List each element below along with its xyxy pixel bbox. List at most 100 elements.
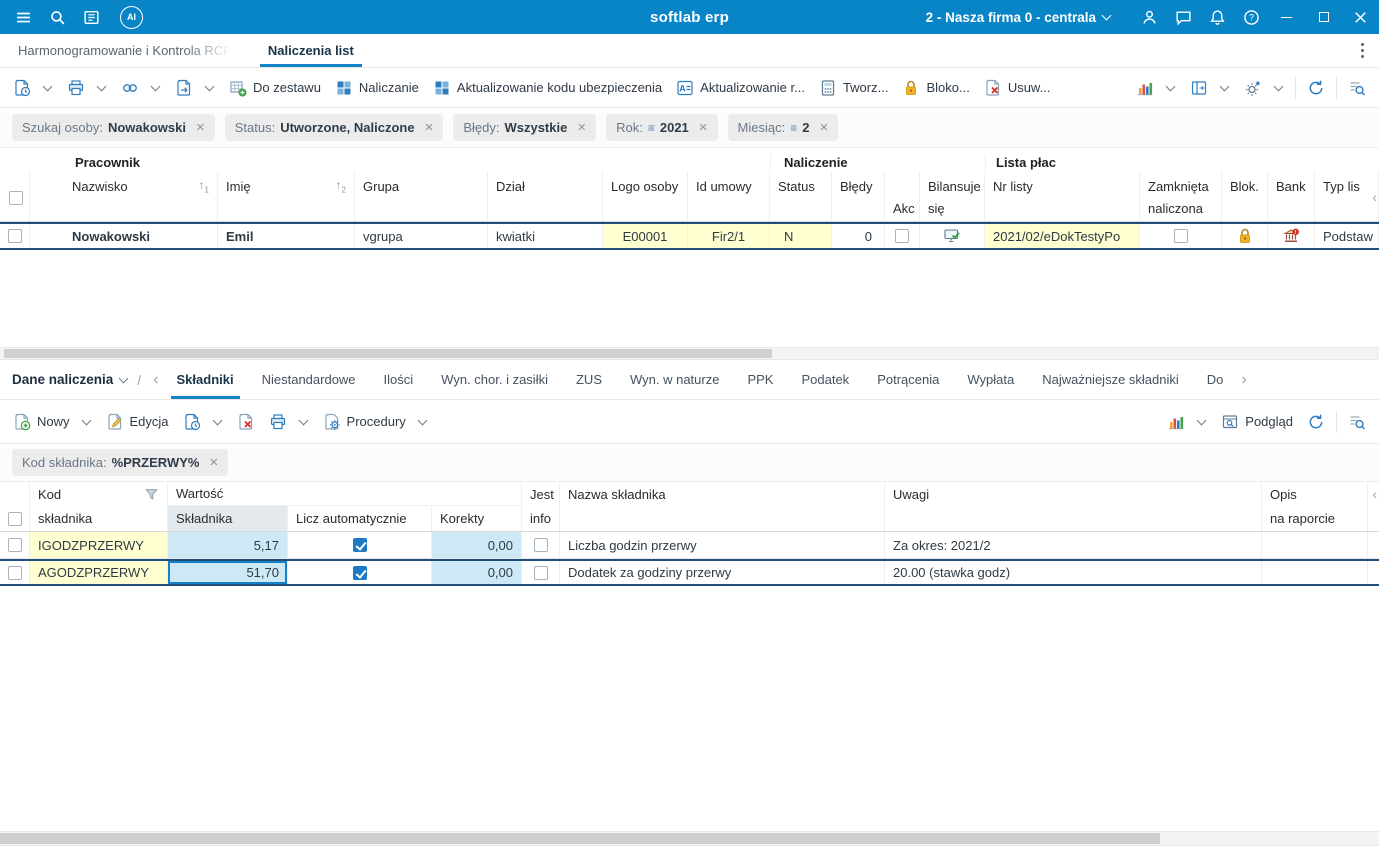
naliczanie-button[interactable]: Naliczanie <box>328 73 426 103</box>
search-rows-button[interactable] <box>1341 407 1373 437</box>
refresh-button[interactable] <box>1300 73 1332 103</box>
skladnik-row-igodzprzerwy[interactable]: IGODZPRZERWY 5,17 0,00 Liczba godzin prz… <box>0 532 1379 559</box>
jest-info-checkbox[interactable] <box>533 565 548 580</box>
column-header-skladnika[interactable]: Składnika <box>168 506 288 531</box>
column-header-jest-line2[interactable]: info <box>522 506 560 531</box>
column-header-bledy[interactable]: Błędy <box>832 172 885 221</box>
filter-chip-bledy[interactable]: Błędy: Wszystkie × <box>453 114 597 141</box>
cell-logo-osoby[interactable]: E00001 <box>603 224 688 248</box>
refresh-button[interactable] <box>1300 407 1332 437</box>
close-icon[interactable]: × <box>209 455 218 470</box>
zamknieta-checkbox[interactable] <box>1173 229 1188 243</box>
cell-nr-listy[interactable]: 2021/02/eDokTestyPo <box>985 224 1140 248</box>
search-rows-button[interactable] <box>1341 73 1373 103</box>
table-row-nowakowski[interactable]: Nowakowski Emil vgrupa kwiatki E00001 Fi… <box>0 222 1379 250</box>
tab-wyn-chor-i-zasilki[interactable]: Wyn. chor. i zasiłki <box>427 360 562 399</box>
tworz-button[interactable]: Tworz... <box>812 73 896 103</box>
delete-button[interactable] <box>230 407 262 437</box>
cell-uwagi[interactable]: Za okres: 2021/2 <box>885 532 1262 558</box>
scrollbar-thumb[interactable] <box>0 833 1160 844</box>
column-header-blok[interactable]: Blok. <box>1222 172 1268 221</box>
cell-dzial[interactable]: kwiatki <box>488 224 603 248</box>
cell-typ-listy[interactable]: Podstaw <box>1315 224 1379 248</box>
filter-icon[interactable] <box>144 487 159 502</box>
tab-ppk[interactable]: PPK <box>733 360 787 399</box>
podglad-button[interactable]: Podgląd <box>1214 407 1300 437</box>
help-icon[interactable] <box>1234 0 1268 34</box>
close-icon[interactable]: × <box>425 120 434 135</box>
akc-checkbox[interactable] <box>895 229 909 243</box>
tab-wyplata[interactable]: Wypłata <box>953 360 1028 399</box>
column-scroll-left-icon[interactable]: ‹ <box>1372 486 1377 502</box>
chart-button[interactable] <box>1129 73 1183 103</box>
search-icon[interactable] <box>40 0 74 34</box>
column-header-grupa[interactable]: Grupa <box>355 172 488 221</box>
column-header-licz-automatycznie[interactable]: Licz automatycznie <box>288 506 432 531</box>
column-header-akc[interactable]: Akc <box>885 172 920 221</box>
column-header-status[interactable]: Status <box>770 172 832 221</box>
filter-chip-rok[interactable]: Rok: ≡ 2021 × <box>606 114 718 141</box>
licz-automatycznie-checkbox[interactable] <box>352 538 367 552</box>
tab-podatek[interactable]: Podatek <box>787 360 863 399</box>
select-all-checkbox[interactable] <box>8 191 23 205</box>
close-icon[interactable]: × <box>699 120 708 135</box>
column-header-kod[interactable]: Kod <box>30 482 168 506</box>
detail-section-selector[interactable]: Dane naliczenia <box>12 360 129 399</box>
close-icon[interactable]: × <box>577 120 586 135</box>
chart-button[interactable] <box>1160 407 1214 437</box>
filter-chip-status[interactable]: Status: Utworzone, Naliczone × <box>224 114 444 141</box>
close-icon[interactable]: × <box>196 120 205 135</box>
links-button[interactable] <box>114 73 168 103</box>
minimize-button[interactable] <box>1268 0 1305 34</box>
cell-nazwa-skladnika[interactable]: Liczba godzin przerwy <box>560 532 885 558</box>
aktualizowanie-kodu-button[interactable]: Aktualizowanie kodu ubezpieczenia <box>426 73 669 103</box>
layout-button[interactable] <box>1183 73 1237 103</box>
column-header-typ-listy[interactable]: Typ lis <box>1315 172 1379 221</box>
aktualizowanie-r-button[interactable]: Aktualizowanie r... <box>669 73 812 103</box>
cell-opis[interactable] <box>1262 561 1368 584</box>
cell-korekty[interactable]: 0,00 <box>432 532 522 558</box>
hamburger-menu-icon[interactable] <box>6 0 40 34</box>
row-checkbox[interactable] <box>7 538 22 552</box>
row-checkbox[interactable] <box>7 229 22 243</box>
close-button[interactable] <box>1342 0 1379 34</box>
column-header-kod-line2[interactable]: składnika <box>30 506 168 531</box>
row-checkbox[interactable] <box>7 565 22 580</box>
select-all-checkbox[interactable] <box>7 511 22 526</box>
column-header-nazwa-skladnika[interactable]: Nazwa składnika <box>560 482 885 506</box>
nowy-button[interactable]: Nowy <box>6 407 99 437</box>
cell-nazwa-skladnika[interactable]: Dodatek za godziny przerwy <box>560 561 885 584</box>
column-header-jest[interactable]: Jest <box>522 482 560 506</box>
edycja-button[interactable]: Edycja <box>99 407 176 437</box>
column-header-opis-line2[interactable]: na raporcie <box>1262 506 1368 531</box>
filter-chip-szukaj-osoby[interactable]: Szukaj osoby: Nowakowski × <box>12 114 215 141</box>
tab-do[interactable]: Do <box>1193 360 1238 399</box>
bloko-button[interactable]: Bloko... <box>895 73 976 103</box>
group-header-wartosc[interactable]: Wartość <box>168 482 522 506</box>
company-selector[interactable]: 2 - Nasza firma 0 - centrala <box>920 0 1118 34</box>
licz-automatycznie-checkbox[interactable] <box>352 565 367 580</box>
print-button[interactable] <box>262 407 316 437</box>
tab-zus[interactable]: ZUS <box>562 360 616 399</box>
column-header-bank[interactable]: Bank <box>1268 172 1315 221</box>
procedury-button[interactable]: Procedury <box>316 407 435 437</box>
tab-potracenia[interactable]: Potrącenia <box>863 360 953 399</box>
tab-scroll-right-icon[interactable]: › <box>1237 360 1250 399</box>
print-button[interactable] <box>60 73 114 103</box>
cell-korekty[interactable]: 0,00 <box>432 561 522 584</box>
document-options-button[interactable] <box>176 407 230 437</box>
window-tab-harmonogramowanie[interactable]: Harmonogramowanie i Kontrola RCP <box>0 34 250 67</box>
horizontal-scrollbar-grid1[interactable] <box>0 347 1379 360</box>
column-header-nazwisko[interactable]: Nazwisko ↑1 <box>30 172 218 221</box>
filter-chip-miesiac[interactable]: Miesiąc: ≡ 2 × <box>727 114 839 141</box>
window-tab-naliczenia-list[interactable]: Naliczenia list <box>250 34 372 67</box>
tab-skladniki[interactable]: Składniki <box>163 360 248 399</box>
column-header-dzial[interactable]: Dział <box>488 172 603 221</box>
cell-uwagi[interactable]: 20.00 (stawka godz) <box>885 561 1262 584</box>
column-header-uwagi[interactable]: Uwagi <box>885 482 1262 506</box>
tab-scroll-left-icon[interactable]: ‹ <box>149 360 162 399</box>
bell-icon[interactable] <box>1200 0 1234 34</box>
column-header-id-umowy[interactable]: Id umowy <box>688 172 770 221</box>
tab-niestandardowe[interactable]: Niestandardowe <box>248 360 370 399</box>
cell-opis[interactable] <box>1262 532 1368 558</box>
